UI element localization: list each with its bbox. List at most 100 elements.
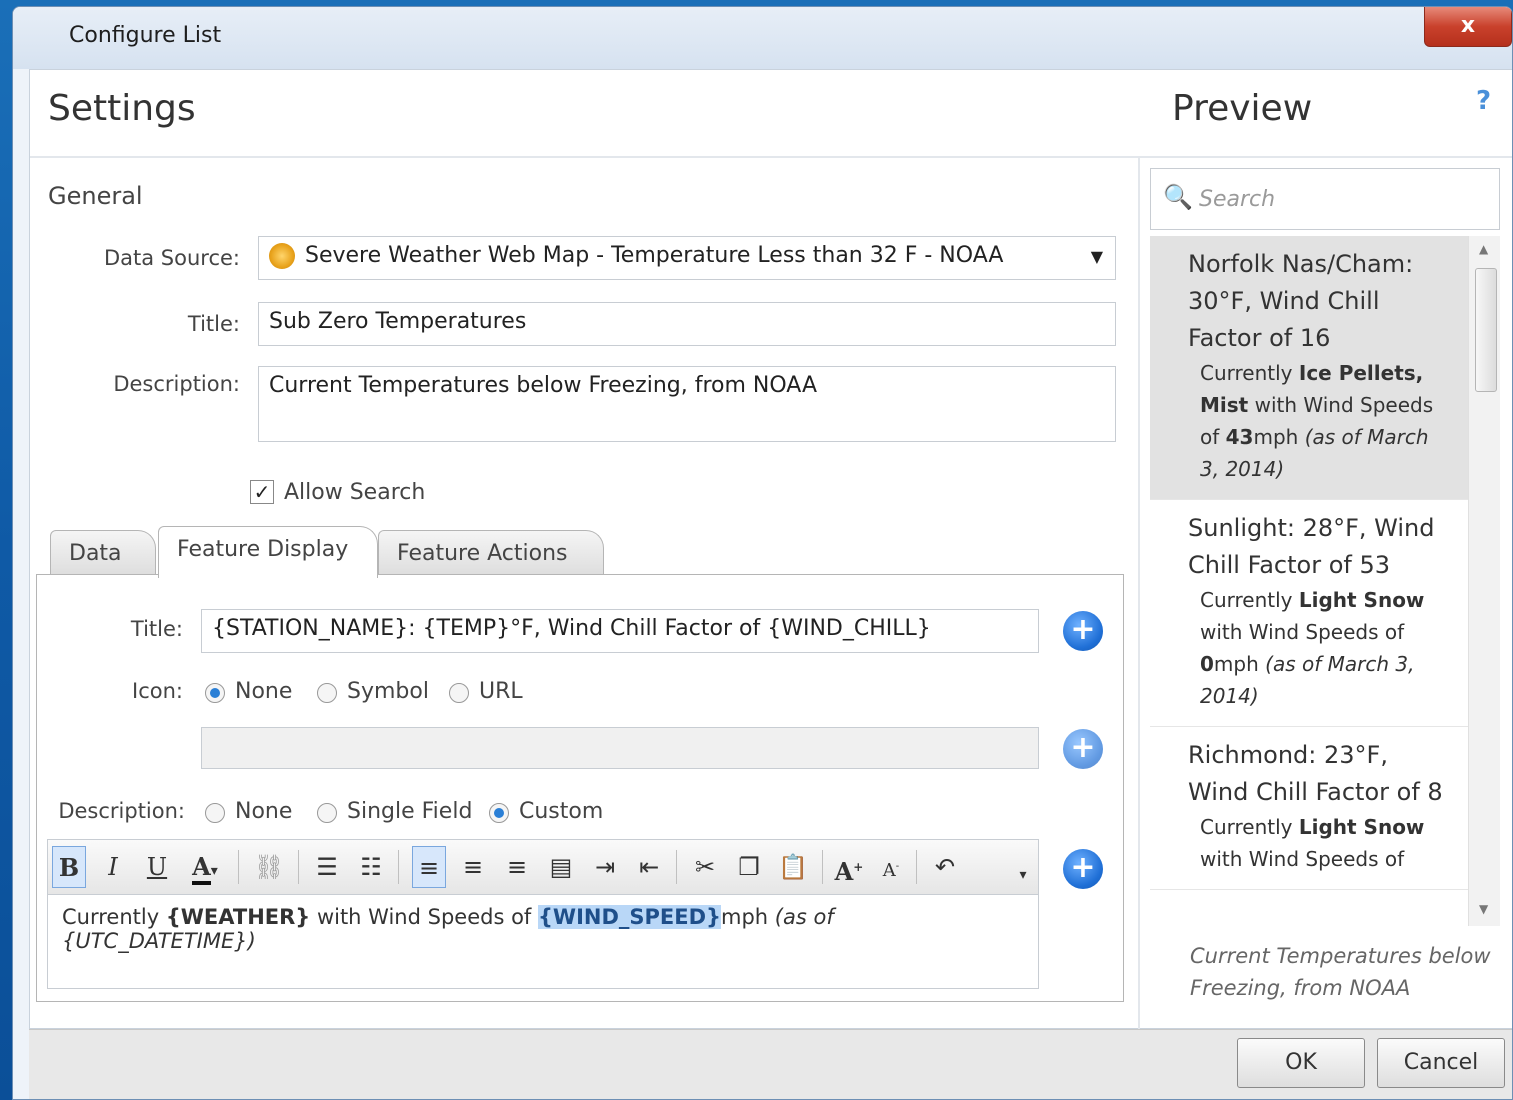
font-color-icon[interactable]: A▾ [180, 846, 230, 888]
cancel-button[interactable]: Cancel [1377, 1038, 1505, 1088]
fd-description-label: Description: [58, 799, 185, 823]
search-input[interactable] [1197, 179, 1487, 219]
toolbar-separator [238, 850, 239, 884]
desc-none-radio[interactable] [205, 803, 225, 823]
scrollbar-thumb[interactable] [1475, 268, 1497, 392]
add-description-field-button[interactable]: + [1063, 849, 1103, 889]
web-map-icon [269, 243, 295, 269]
tab-feature-display[interactable]: Feature Display [158, 526, 378, 578]
configure-list-dialog: Configure List x Settings Preview ? Gene… [12, 6, 1513, 1100]
allow-search-checkbox[interactable]: ✓ [250, 480, 274, 504]
toolbar-separator [916, 850, 917, 884]
settings-heading: Settings [48, 88, 196, 129]
data-source-select[interactable]: Severe Weather Web Map - Temperature Les… [258, 236, 1116, 280]
outdent-icon[interactable]: ⇤ [632, 846, 666, 888]
add-title-field-button[interactable]: + [1063, 611, 1103, 651]
title-label: Title: [187, 312, 240, 336]
toolbar-overflow-icon[interactable]: ▾ [1006, 862, 1040, 888]
ok-button[interactable]: OK [1237, 1038, 1365, 1088]
scroll-up-icon[interactable]: ▲ [1479, 242, 1488, 256]
indent-icon[interactable]: ⇥ [588, 846, 622, 888]
description-textarea[interactable]: Current Temperatures below Freezing, fro… [258, 366, 1116, 442]
cut-icon[interactable]: ✂ [688, 846, 722, 888]
desc-text: mph [1253, 425, 1305, 449]
editor-field-wind-speed: {WIND_SPEED} [537, 905, 722, 929]
data-source-label: Data Source: [103, 246, 240, 270]
title-bar: Configure List x [13, 7, 1512, 69]
rich-text-toolbar: B I U A▾ ⛓ ☰ ☷ ≡ ≡ ≡ ▤ ⇥ ⇤ ✂ ❐ 📋 A+ A- ↶… [47, 839, 1039, 895]
preview-scrollbar[interactable]: ▲ ▼ [1468, 236, 1500, 926]
editor-text: Currently [62, 905, 166, 929]
desc-single-field-radio[interactable] [317, 803, 337, 823]
align-left-icon[interactable]: ≡ [412, 846, 446, 888]
list-item[interactable]: Sunlight: 28°F, Wind Chill Factor of 53 … [1150, 500, 1468, 727]
desc-weather: Light Snow [1298, 588, 1425, 612]
desc-custom-label: Custom [519, 799, 604, 824]
link-icon[interactable]: ⛓ [252, 846, 286, 888]
desc-weather: Light Snow [1298, 815, 1425, 839]
desc-text: Currently [1200, 361, 1299, 385]
preview-description: Current Temperatures below Freezing, fro… [1190, 944, 1491, 1000]
numbered-list-icon[interactable]: ☷ [354, 846, 388, 888]
icon-url-label: URL [479, 679, 523, 704]
decrease-font-icon[interactable]: A- [874, 846, 908, 888]
bold-icon[interactable]: B [52, 846, 86, 888]
add-icon-field-button[interactable]: + [1063, 729, 1103, 769]
feature-display-panel: Title: {STATION_NAME}: {TEMP}°F, Wind Ch… [36, 574, 1124, 1002]
icon-symbol-radio[interactable] [317, 683, 337, 703]
icon-symbol-label: Symbol [347, 679, 429, 704]
list-item-description: Currently Light Snow with Wind Speeds of… [1188, 584, 1452, 712]
increase-font-icon[interactable]: A+ [832, 846, 866, 888]
align-right-icon[interactable]: ≡ [500, 846, 534, 888]
desc-none-label: None [235, 799, 293, 824]
dialog-footer: OK Cancel [29, 1029, 1512, 1099]
title-input[interactable]: Sub Zero Temperatures [258, 302, 1116, 346]
icon-url-input[interactable] [201, 727, 1039, 769]
icon-none-label: None [235, 679, 293, 704]
tab-data[interactable]: Data [50, 530, 156, 578]
desc-custom-radio[interactable] [489, 803, 509, 823]
desc-text: Currently [1200, 588, 1299, 612]
copy-icon[interactable]: ❐ [732, 846, 766, 888]
list-item-title: Richmond: 23°F, Wind Chill Factor of 8 [1188, 741, 1443, 806]
toolbar-separator [398, 850, 399, 884]
dialog-content: Settings Preview ? General Data Source: … [29, 69, 1512, 1030]
desc-text: with Wind Speeds of [1200, 847, 1405, 871]
panel-divider [1138, 158, 1140, 1030]
search-icon: 🔍 [1163, 183, 1193, 211]
list-item-description: Currently Light Snow with Wind Speeds of [1188, 811, 1452, 875]
list-item-title: Sunlight: 28°F, Wind Chill Factor of 53 [1188, 514, 1435, 579]
toolbar-separator [822, 850, 823, 884]
allow-search-label: Allow Search [284, 480, 426, 505]
list-item[interactable]: Norfolk Nas/Cham: 30°F, Wind Chill Facto… [1150, 236, 1468, 500]
italic-icon[interactable]: I [96, 846, 130, 888]
description-label: Description: [113, 372, 240, 396]
underline-icon[interactable]: U [140, 846, 174, 888]
preview-list: Norfolk Nas/Cham: 30°F, Wind Chill Facto… [1150, 236, 1468, 926]
desc-speed: 0 [1200, 652, 1214, 676]
fd-title-input[interactable]: {STATION_NAME}: {TEMP}°F, Wind Chill Fac… [201, 609, 1039, 653]
dropdown-arrow-icon[interactable]: ▼ [1091, 247, 1103, 266]
paste-icon[interactable]: 📋 [776, 846, 810, 888]
fd-icon-label: Icon: [132, 679, 183, 703]
description-editor[interactable]: Currently {WEATHER} with Wind Speeds of … [47, 895, 1039, 989]
desc-text: Currently [1200, 815, 1299, 839]
editor-field-weather: {WEATHER} [165, 905, 311, 929]
toolbar-separator [676, 850, 677, 884]
close-button[interactable]: x [1424, 7, 1512, 47]
justify-icon[interactable]: ▤ [544, 846, 578, 888]
help-icon[interactable]: ? [1476, 86, 1491, 116]
bullet-list-icon[interactable]: ☰ [310, 846, 344, 888]
icon-url-radio[interactable] [449, 683, 469, 703]
editor-text: with Wind Speeds of [310, 905, 538, 929]
list-item-description: Currently Ice Pellets, Mist with Wind Sp… [1188, 357, 1452, 485]
align-center-icon[interactable]: ≡ [456, 846, 490, 888]
preview-heading: Preview [1172, 88, 1313, 129]
tab-feature-actions[interactable]: Feature Actions [378, 530, 604, 578]
list-item[interactable]: Richmond: 23°F, Wind Chill Factor of 8 C… [1150, 727, 1468, 890]
general-section-label: General [48, 182, 143, 210]
scroll-down-icon[interactable]: ▼ [1479, 902, 1488, 916]
undo-icon[interactable]: ↶ [928, 846, 962, 888]
preview-search-box[interactable]: 🔍 [1150, 168, 1500, 230]
icon-none-radio[interactable] [205, 683, 225, 703]
